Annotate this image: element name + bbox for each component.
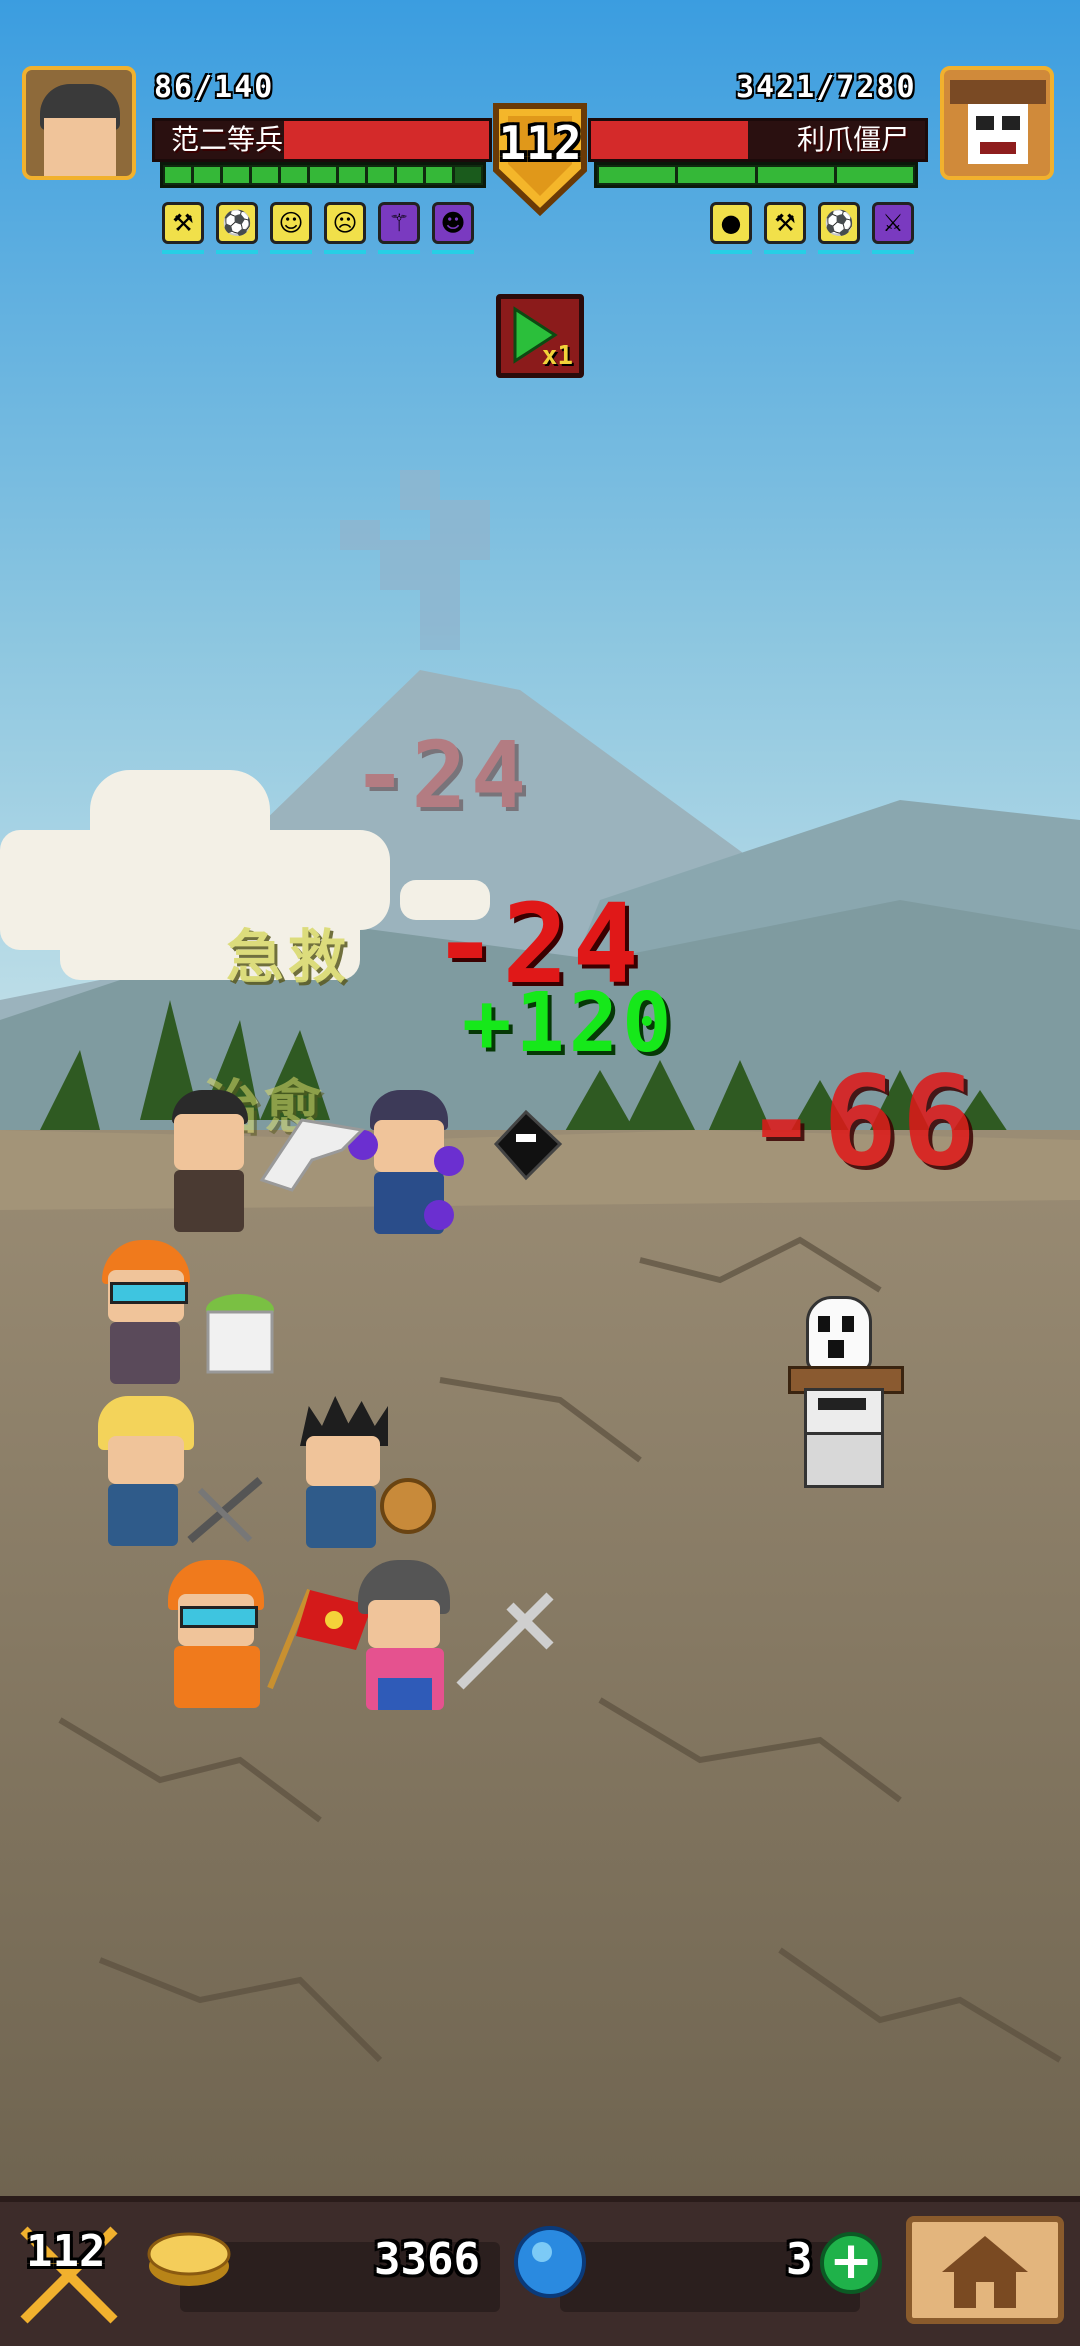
energy-segment — [252, 167, 278, 183]
ball-buff-icon[interactable]: ⚽ — [818, 202, 860, 244]
damage-number-faded: -24 — [352, 722, 531, 829]
player-name: 范二等兵 — [171, 123, 284, 156]
speed-multiplier: x1 — [541, 341, 573, 371]
axe-buff-icon[interactable]: ⚒ — [764, 202, 806, 244]
gold-coin-icon — [147, 2232, 231, 2286]
skill-text-first-aid: 急救 — [226, 923, 351, 991]
energy-segment — [281, 167, 307, 183]
buff-timer-bar — [324, 250, 366, 254]
player-energy-bar — [160, 162, 486, 188]
buff-timer-bar — [378, 250, 420, 254]
gem-amount: 3 — [786, 2234, 813, 2285]
black-flag-icon — [493, 1109, 563, 1181]
enemy-hp-fill — [591, 121, 748, 159]
staff-buff-icon[interactable]: ⚚ — [378, 202, 420, 244]
player-avatar[interactable] — [22, 66, 136, 180]
green-bucket-icon — [206, 1294, 274, 1374]
cross-staff-icon — [456, 1592, 554, 1690]
white-wing-icon — [259, 1118, 366, 1192]
angry-buff-icon[interactable]: ☹ — [324, 202, 366, 244]
buff-timer-bar — [710, 250, 752, 254]
blue-gem-icon — [514, 2226, 586, 2298]
energy-segment — [223, 167, 249, 183]
buff-timer-bar — [216, 250, 258, 254]
home-button[interactable] — [906, 2216, 1064, 2324]
pear-buff-icon[interactable]: ● — [710, 202, 752, 244]
sword-buff-icon[interactable]: ⚔ — [872, 202, 914, 244]
enemy-claw-zombie[interactable] — [770, 1296, 910, 1496]
damage-number-enemy: -66 — [744, 1050, 980, 1194]
heal-number: +120 — [462, 976, 676, 1071]
energy-segment — [426, 167, 452, 183]
energy-segment — [310, 167, 336, 183]
player-hp-bar: 范二等兵 — [152, 118, 492, 162]
player-hp-text: 86/140 — [154, 70, 275, 105]
buff-timer-bar — [872, 250, 914, 254]
hero-orange-goggles-1[interactable] — [98, 1240, 198, 1390]
buff-timer-bar — [162, 250, 204, 254]
energy-segment — [194, 167, 220, 183]
level-number: 112 — [498, 116, 582, 170]
player-hp-fill — [283, 121, 489, 159]
gold-amount: 3366 — [374, 2234, 480, 2285]
enemy-energy-bar — [594, 162, 918, 188]
energy-segment — [165, 167, 191, 183]
enemy-hp-bar: 利爪僵尸 — [588, 118, 928, 162]
add-gems-button[interactable]: + — [820, 2232, 882, 2294]
smile-buff-icon[interactable]: ☺ — [270, 202, 312, 244]
energy-segment — [599, 167, 676, 183]
buff-timer-bar — [764, 250, 806, 254]
enemy-name: 利爪僵尸 — [796, 123, 909, 156]
enemy-avatar[interactable] — [940, 66, 1054, 180]
buff-timer-bar — [270, 250, 312, 254]
ball-buff-icon[interactable]: ⚽ — [216, 202, 258, 244]
home-icon — [942, 2236, 1028, 2308]
energy-segment — [455, 167, 481, 183]
energy-segment — [757, 167, 834, 183]
buff-timer-bar — [818, 250, 860, 254]
energy-segment — [836, 167, 913, 183]
hero-orange-goggles-flag[interactable] — [164, 1560, 274, 1730]
hero-hat-soldier[interactable] — [164, 1090, 254, 1240]
buff-timer-bar — [432, 250, 474, 254]
bottom-level-number: 112 — [26, 2226, 106, 2277]
bronze-shield-icon — [380, 1478, 436, 1534]
speed-toggle-button[interactable]: x1 — [496, 294, 584, 378]
enemy-hp-text: 3421/7280 — [736, 70, 917, 105]
hero-grey-hair-pink[interactable] — [356, 1560, 456, 1730]
energy-segment — [339, 167, 365, 183]
crossbow-icon — [187, 1476, 263, 1544]
energy-segment — [397, 167, 423, 183]
axe-buff-icon[interactable]: ⚒ — [162, 202, 204, 244]
gem-panel — [560, 2242, 860, 2312]
zombie-buff-icon[interactable]: ☻ — [432, 202, 474, 244]
energy-segment — [368, 167, 394, 183]
energy-segment — [678, 167, 755, 183]
